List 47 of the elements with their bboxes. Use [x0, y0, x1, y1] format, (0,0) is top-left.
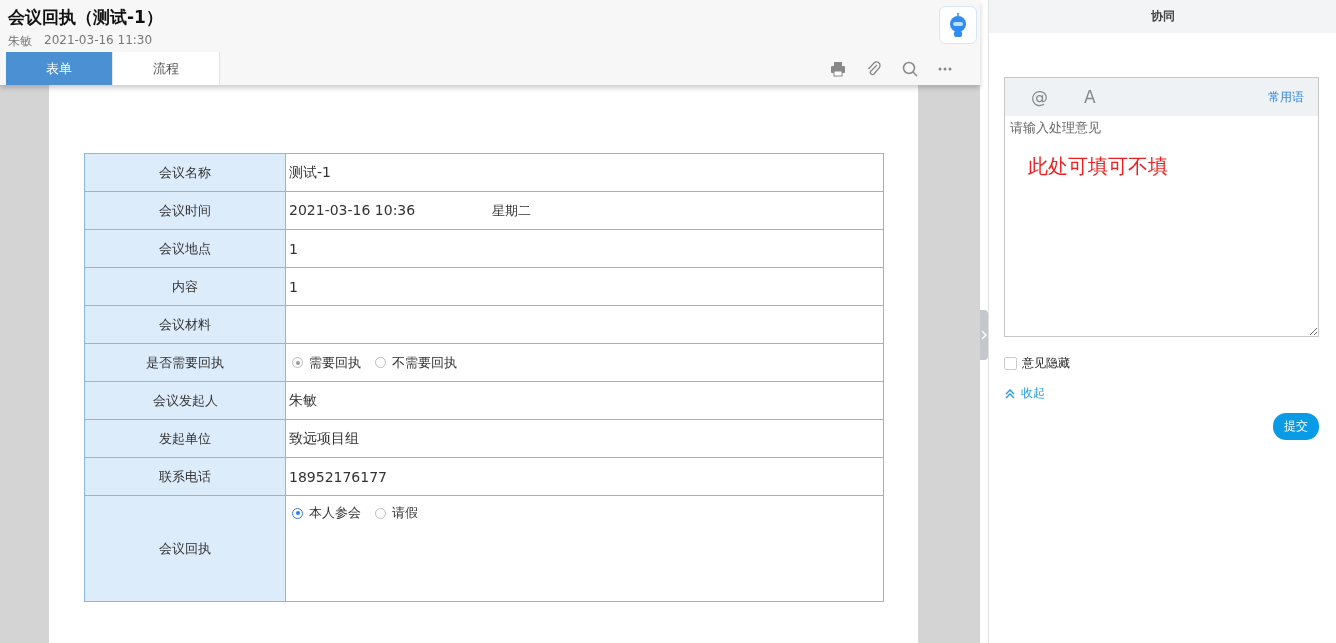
annotation-text: 此处可填可不填 [1028, 153, 1168, 180]
radio-label: 不需要回执 [392, 353, 457, 372]
radio-button[interactable] [292, 507, 303, 519]
collapse-handle[interactable] [980, 310, 988, 360]
checkbox[interactable] [1004, 357, 1017, 370]
checkbox-label: 意见隐藏 [1022, 355, 1070, 372]
field-label: 是否需要回执 [84, 343, 286, 382]
panel-title: 协同 [989, 0, 1336, 33]
field-value: 测试-1 [289, 163, 331, 180]
chevron-right-icon [981, 330, 987, 340]
author-name: 朱敏 [8, 33, 32, 50]
field-label: 会议回执 [84, 495, 286, 602]
font-button[interactable]: A [1084, 87, 1096, 107]
search-icon[interactable] [902, 60, 918, 77]
field-label: 发起单位 [84, 419, 286, 458]
radio-label: 本人参会 [309, 504, 361, 522]
more-icon[interactable] [938, 66, 952, 71]
field-label: 会议名称 [84, 153, 286, 192]
field-value: 2021-03-16 10:36 [289, 201, 416, 218]
tab[interactable]: 流程 [113, 52, 220, 85]
radio-label: 需要回执 [309, 353, 361, 372]
field-value: 1 [289, 278, 298, 295]
radio-button[interactable] [375, 507, 386, 519]
tab[interactable]: 表单 [6, 52, 113, 85]
robot-assistant-button[interactable] [939, 6, 977, 44]
field-value: 18952176177 [289, 468, 387, 485]
mention-button[interactable]: @ [1031, 87, 1048, 107]
collapse-link[interactable]: 收起 [1005, 385, 1045, 402]
field-value: 致远项目组 [289, 429, 359, 446]
radio-label: 请假 [392, 504, 418, 522]
common-phrases-link[interactable]: 常用语 [1268, 88, 1304, 106]
attachment-icon[interactable] [866, 60, 882, 77]
field-label: 会议地点 [84, 229, 286, 268]
field-label: 会议发起人 [84, 381, 286, 420]
field-label: 会议材料 [84, 305, 286, 344]
submit-button[interactable]: 提交 [1273, 413, 1319, 440]
robot-icon [947, 12, 969, 38]
field-value: 1 [289, 240, 298, 257]
weekday: 星期二 [491, 202, 531, 218]
field-value: 朱敏 [289, 391, 317, 408]
field-label: 联系电话 [84, 457, 286, 496]
field-label: 内容 [84, 267, 286, 306]
print-icon[interactable] [830, 60, 846, 77]
double-chevron-up-icon [1005, 388, 1015, 399]
field-label: 会议时间 [84, 191, 286, 230]
created-time: 2021-03-16 11:30 [44, 33, 153, 49]
form-title: 会议回执（测试-1） [8, 6, 163, 29]
